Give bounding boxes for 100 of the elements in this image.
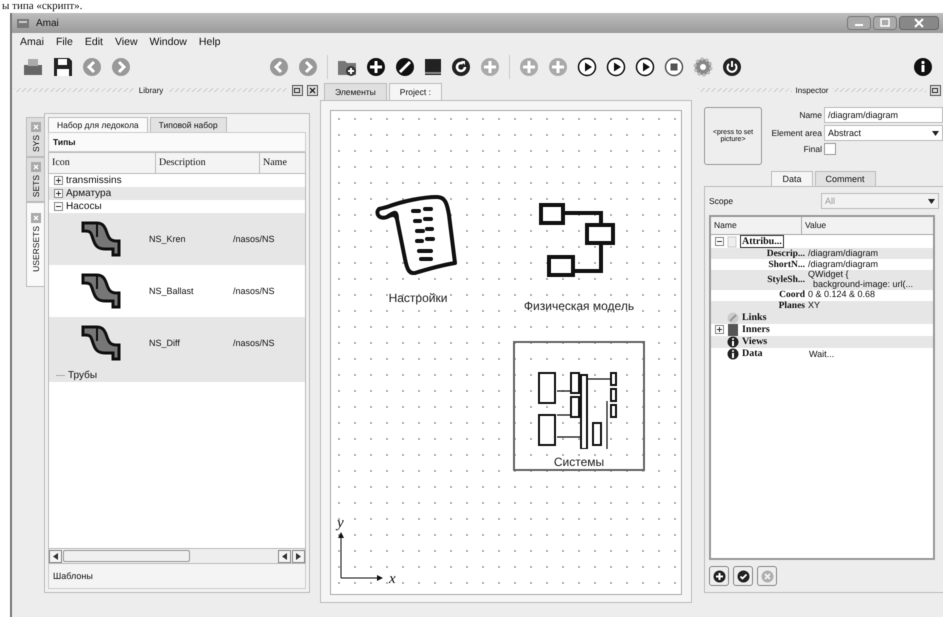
property-value: Wait...: [809, 348, 834, 359]
tab[interactable]: Типовой набор: [150, 117, 227, 132]
column-header[interactable]: Icon: [49, 153, 156, 173]
info-icon[interactable]: [913, 57, 933, 77]
expander-icon[interactable]: [715, 237, 724, 246]
table-cell-text: NS_Ballast: [149, 286, 195, 296]
menu-item[interactable]: Help: [198, 36, 220, 48]
add-button[interactable]: [709, 566, 729, 586]
float-icon[interactable]: [292, 84, 304, 96]
property-name[interactable]: Inners: [742, 324, 806, 336]
column-header[interactable]: Name: [260, 153, 305, 173]
no-entry-icon[interactable]: [395, 57, 415, 77]
section-header: Шаблоны: [48, 564, 306, 589]
refresh-icon[interactable]: [451, 57, 471, 77]
field-label: Name: [798, 110, 822, 120]
caret-icon: [928, 198, 935, 204]
panel-title: Inspector: [796, 86, 828, 94]
field-label: Final: [802, 144, 822, 154]
field-label: Scope: [709, 196, 734, 206]
stop-icon[interactable]: [664, 57, 684, 77]
scroll-right-button[interactable]: [292, 550, 305, 562]
column-header[interactable]: Name: [711, 217, 802, 234]
left-arrow-icon: [53, 552, 58, 560]
table-cell: /nasos/NS: [233, 234, 275, 244]
column-header[interactable]: Description: [156, 153, 260, 173]
expander-icon[interactable]: [54, 202, 63, 211]
table-cell-text: NS_Diff: [149, 338, 181, 348]
tab[interactable]: Data: [771, 171, 812, 186]
axis-label: x: [389, 571, 396, 588]
element-area-dropdown[interactable]: Abstract: [824, 125, 943, 141]
apply-button[interactable]: [733, 566, 753, 586]
plus-icon[interactable]: [366, 57, 386, 77]
diagram-node[interactable]: Физическая модель: [507, 201, 651, 315]
property-name[interactable]: ShortN...: [715, 260, 805, 270]
tab[interactable]: Элементы: [324, 83, 387, 100]
diagram-node[interactable]: Системы: [513, 341, 645, 471]
expander-icon[interactable]: [54, 189, 63, 198]
menu-item[interactable]: Amai: [20, 36, 44, 48]
side-tab[interactable]: USERSETS: [26, 202, 44, 288]
tree-item[interactable]: Арматура: [66, 188, 112, 199]
scroll-left-button[interactable]: [49, 550, 62, 562]
property-value: 0 & 0.124 & 0.68: [808, 290, 876, 300]
node-label: Физическая модель: [524, 299, 634, 313]
table-cell: /nasos/NS: [233, 286, 275, 296]
tab[interactable]: Comment: [814, 171, 876, 186]
tab[interactable]: Набор для ледокола: [48, 117, 148, 132]
book-icon: [727, 324, 739, 336]
axis-label: y: [337, 515, 344, 532]
property-name[interactable]: Planes: [715, 301, 805, 312]
node-label: Настройки: [388, 291, 448, 305]
name-field[interactable]: /diagram/diagram: [824, 107, 943, 123]
book-icon[interactable]: [424, 57, 442, 77]
gear-icon[interactable]: [693, 57, 713, 77]
field-label: Element area: [770, 128, 822, 138]
info-icon: [727, 336, 739, 348]
scrollbar-thumb[interactable]: [63, 550, 190, 562]
power-icon[interactable]: [722, 57, 742, 77]
node-label: Системы: [554, 455, 604, 469]
property-value: XY: [808, 301, 820, 312]
menu-item[interactable]: Window: [150, 36, 187, 48]
final-checkbox[interactable]: [824, 143, 836, 155]
pump-icon: [79, 219, 123, 259]
panel-title: Library: [138, 86, 164, 94]
play-icon[interactable]: [577, 57, 597, 77]
property-name[interactable]: Attribu...: [740, 235, 784, 248]
menu-item[interactable]: Edit: [84, 36, 103, 48]
property-name[interactable]: Coord: [715, 290, 805, 300]
minimize-icon[interactable]: [847, 16, 871, 30]
horizontal-scrollbar[interactable]: [48, 548, 306, 564]
play-icon[interactable]: [635, 57, 655, 77]
property-value: /diagram/diagram: [808, 260, 878, 270]
maximize-icon[interactable]: [873, 16, 897, 30]
app-icon: [16, 17, 30, 29]
tray-icon[interactable]: [22, 57, 44, 77]
close-icon[interactable]: [307, 84, 318, 96]
column-header[interactable]: Value: [802, 217, 830, 234]
side-tab[interactable]: SETS: [26, 157, 44, 202]
caret-icon: [932, 130, 939, 136]
property-name[interactable]: StyleSh...: [715, 274, 805, 285]
tree-item[interactable]: Трубы: [68, 370, 98, 381]
side-tab[interactable]: SYS: [26, 117, 44, 158]
scroll-left-button[interactable]: [278, 550, 291, 562]
table-cell-text: NS_Kren: [149, 234, 187, 244]
property-name[interactable]: Descrip...: [715, 248, 805, 258]
axes-icon: [337, 530, 385, 582]
float-icon[interactable]: [930, 84, 941, 96]
property-name[interactable]: Data: [742, 348, 806, 360]
property-value: /diagram/diagram: [808, 248, 878, 258]
expander-icon[interactable]: [54, 176, 63, 185]
property-value: QWidget { background-image: url(...: [808, 270, 914, 290]
tree-item[interactable]: Насосы: [66, 201, 102, 212]
menu-item[interactable]: File: [56, 36, 73, 48]
diagram-node[interactable]: Настройки: [356, 191, 480, 307]
tab[interactable]: Project :: [388, 83, 442, 100]
tree-item[interactable]: transmissins: [66, 175, 122, 186]
menu-item[interactable]: View: [114, 36, 138, 48]
expander-icon[interactable]: [715, 325, 724, 334]
pump-icon: [79, 271, 123, 311]
pump-icon: [79, 323, 123, 363]
play-icon[interactable]: [606, 57, 626, 77]
